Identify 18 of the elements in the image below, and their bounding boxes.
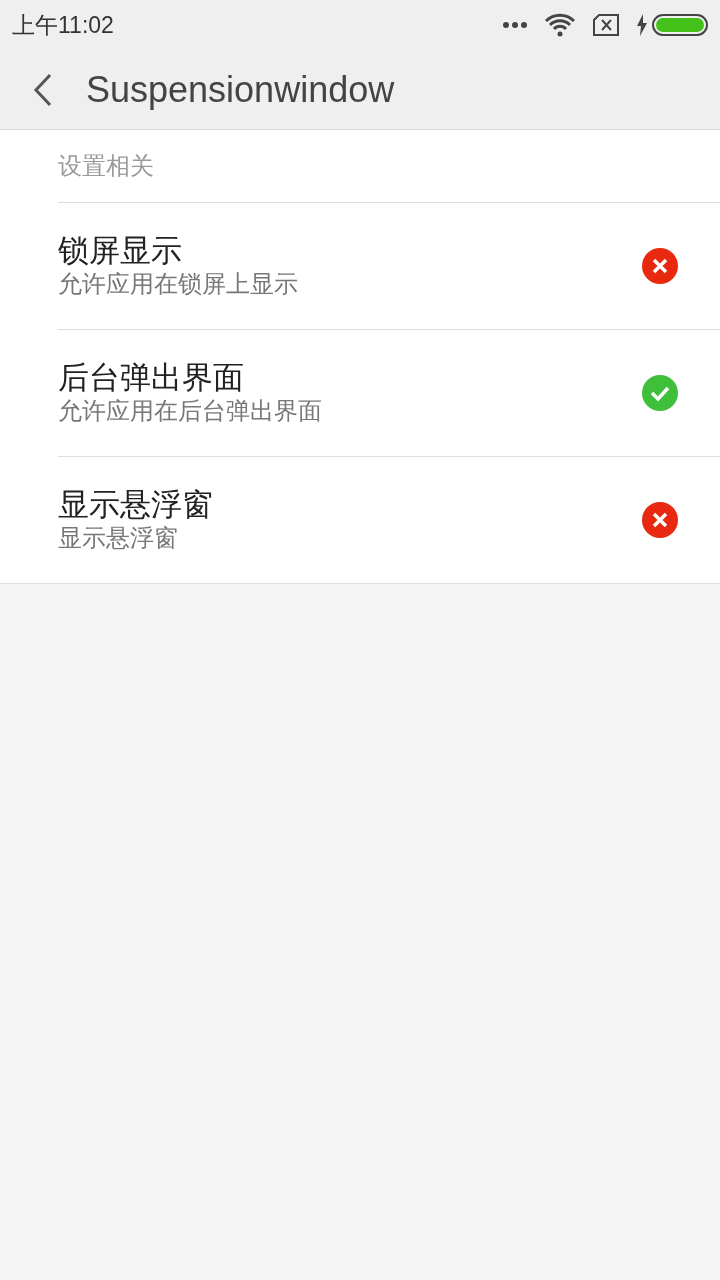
setting-title: 锁屏显示 bbox=[58, 231, 183, 269]
charging-icon bbox=[636, 14, 648, 36]
setting-subtitle: 允许应用在锁屏上显示 bbox=[58, 269, 298, 300]
settings-row[interactable]: 显示悬浮窗 显示悬浮窗 bbox=[58, 456, 720, 583]
wifi-icon bbox=[544, 13, 576, 37]
page-title: Suspensionwindow bbox=[86, 67, 395, 112]
settings-row[interactable]: 锁屏显示 允许应用在锁屏上显示 bbox=[58, 202, 720, 329]
setting-title: 后台弹出界面 bbox=[58, 358, 245, 396]
status-time: 上午11:02 bbox=[12, 10, 114, 40]
battery-icon bbox=[652, 14, 708, 36]
back-icon[interactable] bbox=[33, 72, 53, 107]
setting-title: 显示悬浮窗 bbox=[58, 485, 213, 523]
setting-subtitle: 允许应用在后台弹出界面 bbox=[58, 396, 322, 427]
section-header: 设置相关 bbox=[58, 151, 154, 182]
more-icon bbox=[502, 21, 528, 29]
sim-icon bbox=[592, 14, 620, 36]
settings-row[interactable]: 后台弹出界面 允许应用在后台弹出界面 bbox=[58, 329, 720, 456]
setting-subtitle: 显示悬浮窗 bbox=[58, 523, 179, 554]
